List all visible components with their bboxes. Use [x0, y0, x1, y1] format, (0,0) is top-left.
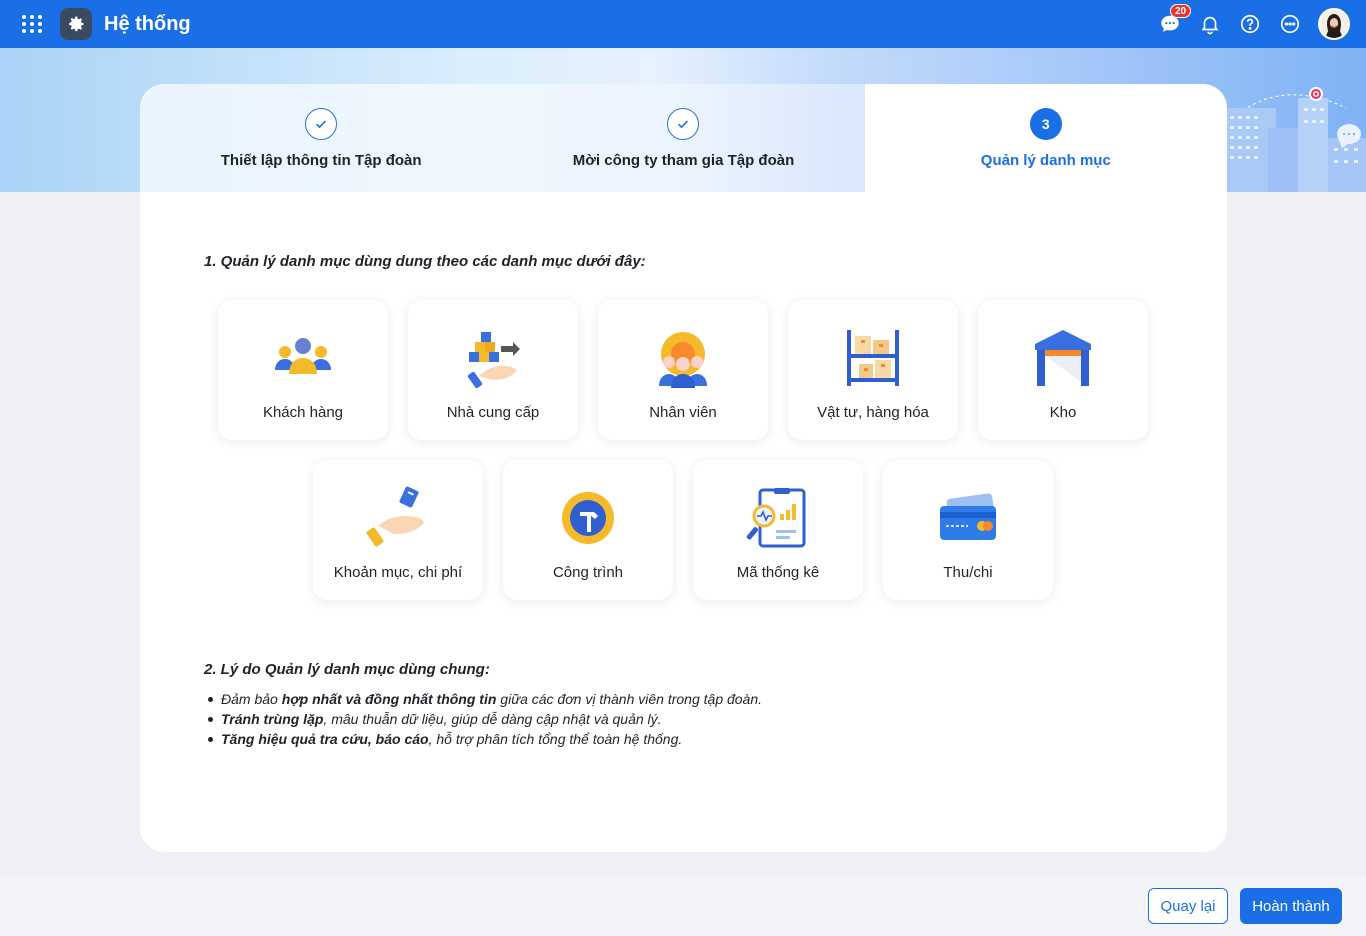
list-item: Tránh trùng lặp, mâu thuẫn dữ liệu, giúp… — [206, 709, 762, 729]
city-illustration-icon — [1216, 87, 1366, 192]
category-statistics-code[interactable]: Mã thống kê — [693, 460, 863, 600]
category-supplier[interactable]: Nhà cung cấp — [408, 300, 578, 440]
back-button[interactable]: Quay lại — [1148, 888, 1228, 924]
category-label: Khách hàng — [262, 404, 344, 421]
step-label: Quản lý danh mục — [980, 152, 1111, 169]
supplier-icon — [467, 332, 520, 389]
category-label: Nhà cung cấp — [446, 404, 540, 421]
settings-gear-icon — [60, 8, 92, 40]
category-label: Vật tư, hàng hóa — [817, 404, 929, 421]
bell-icon[interactable] — [1198, 12, 1222, 36]
more-icon[interactable] — [1278, 12, 1302, 36]
warehouse-icon — [1035, 330, 1091, 386]
category-construction[interactable]: Công trình — [503, 460, 673, 600]
category-label: Kho — [1049, 404, 1077, 421]
step-3[interactable]: 3 Quản lý danh mục — [864, 84, 1227, 192]
step-number: 3 — [1029, 108, 1062, 140]
customers-icon — [275, 338, 331, 374]
category-label: Mã thống kê — [736, 564, 820, 581]
category-warehouse[interactable]: Kho — [978, 300, 1148, 440]
expense-item-icon — [366, 486, 424, 547]
step-label: Mời công ty tham gia Tập đoàn — [572, 152, 795, 169]
step-1[interactable]: Thiết lập thông tin Tập đoàn — [140, 84, 502, 192]
finish-button[interactable]: Hoàn thành — [1240, 888, 1342, 924]
step-2[interactable]: Mời công ty tham gia Tập đoàn — [502, 84, 864, 192]
list-item: Tăng hiệu quả tra cứu, báo cáo, hỗ trợ p… — [206, 729, 762, 749]
avatar[interactable] — [1318, 8, 1350, 40]
help-icon[interactable] — [1238, 12, 1262, 36]
category-label: Nhân viên — [649, 404, 717, 421]
category-employees[interactable]: Nhân viên — [598, 300, 768, 440]
app-title: Hệ thống — [104, 12, 191, 35]
check-icon — [305, 108, 338, 140]
category-label: Thu/chi — [943, 564, 993, 581]
top-bar: Hệ thống 20 — [0, 0, 1366, 48]
check-icon — [667, 108, 700, 140]
stepper: Thiết lập thông tin Tập đoàn Mời công ty… — [140, 84, 1227, 192]
construction-icon — [562, 492, 614, 544]
category-receipts-payments[interactable]: Thu/chi — [883, 460, 1053, 600]
section-2-title: 2. Lý do Quản lý danh mục dùng chung: — [204, 661, 490, 678]
list-item: Đảm bảo hợp nhất và đồng nhất thông tin … — [206, 689, 762, 709]
category-label: Khoản mục, chi phí — [333, 564, 463, 581]
reasons-list: Đảm bảo hợp nhất và đồng nhất thông tin … — [206, 689, 762, 749]
notification-badge: 20 — [1170, 4, 1192, 18]
section-1-title: 1. Quản lý danh mục dùng dung theo các d… — [204, 253, 646, 270]
chat-icon[interactable]: 20 — [1158, 4, 1192, 36]
app-launcher-icon[interactable] — [20, 12, 44, 36]
step-label: Thiết lập thông tin Tập đoàn — [220, 152, 422, 169]
category-label: Công trình — [552, 564, 624, 581]
employees-icon — [659, 332, 707, 388]
card-icon — [940, 493, 996, 540]
category-goods[interactable]: Vật tư, hàng hóa — [788, 300, 958, 440]
statistics-code-icon — [746, 488, 806, 548]
category-customers[interactable]: Khách hàng — [218, 300, 388, 440]
goods-shelf-icon — [847, 330, 899, 386]
category-expense-item[interactable]: Khoản mục, chi phí — [313, 460, 483, 600]
